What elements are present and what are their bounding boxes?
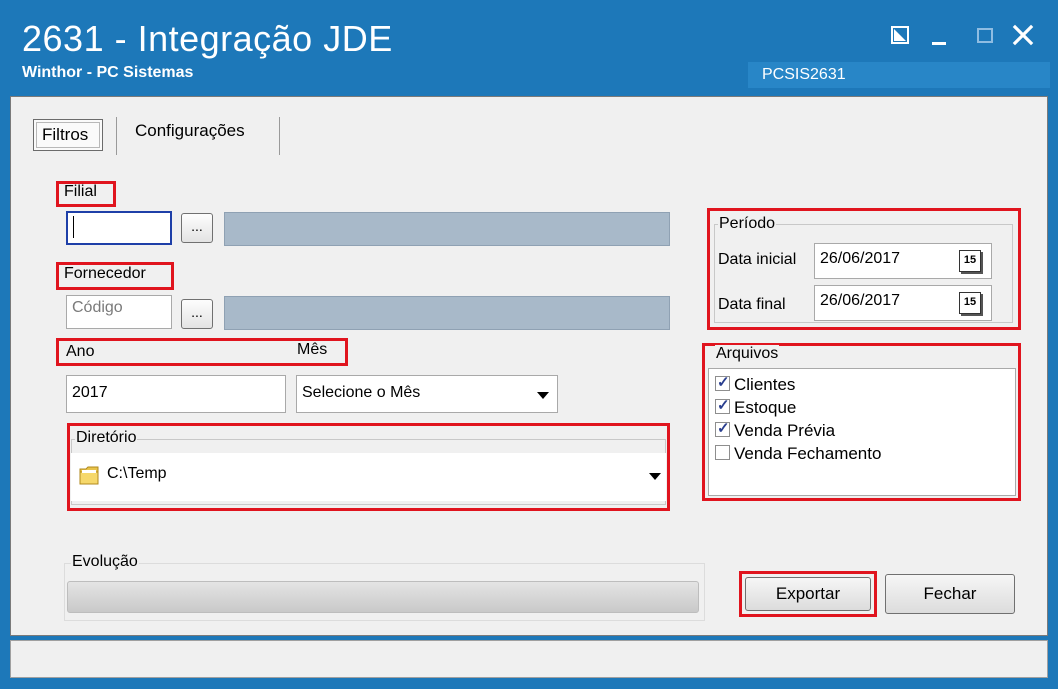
exportar-button[interactable]: Exportar — [745, 577, 871, 611]
checkbox-checked-icon — [715, 419, 730, 438]
tab-focus-rect — [36, 122, 100, 148]
tab-configuracoes-label: Configurações — [135, 121, 245, 140]
fornecedor-description-field — [224, 296, 670, 330]
checkbox-clientes-label: Clientes — [734, 375, 796, 394]
maximize-icon — [977, 28, 993, 43]
checkbox-venda-fechamento[interactable]: Venda Fechamento — [715, 444, 881, 466]
calendar-icon[interactable]: 15 — [959, 292, 981, 314]
diretorio-value: C:\Temp — [107, 465, 167, 482]
minimize-icon — [932, 42, 946, 45]
restore-icon — [891, 26, 909, 44]
checkbox-unchecked-icon — [715, 445, 730, 461]
mes-select[interactable]: Selecione o Mês — [296, 375, 558, 413]
diretorio-select[interactable]: C:\Temp — [71, 453, 666, 501]
evolucao-progress-bar — [67, 581, 699, 613]
folder-icon — [79, 466, 99, 485]
tab-separator — [116, 117, 117, 155]
checkbox-estoque[interactable]: Estoque — [715, 396, 797, 420]
data-inicial-value: 26/06/2017 — [820, 250, 901, 267]
chevron-down-icon — [649, 473, 661, 480]
ano-input[interactable]: 2017 — [66, 375, 286, 413]
checkbox-clientes[interactable]: Clientes — [715, 373, 796, 397]
minimize-button[interactable] — [926, 22, 952, 48]
filial-search-button[interactable]: ... — [181, 213, 213, 243]
checkbox-venda-fechamento-label: Venda Fechamento — [734, 444, 882, 463]
mes-selected-value: Selecione o Mês — [302, 384, 421, 401]
filial-label: Filial — [64, 183, 97, 200]
client-area: Filtros Configurações Filial ... Fornece… — [10, 96, 1048, 636]
tab-filtros[interactable]: Filtros — [33, 119, 103, 151]
mes-label: Mês — [297, 341, 328, 358]
data-final-value: 26/06/2017 — [820, 292, 901, 309]
status-bar — [10, 640, 1048, 678]
program-code: PCSIS2631 — [762, 66, 846, 83]
diretorio-label: Diretório — [75, 429, 138, 447]
checkbox-venda-previa-label: Venda Prévia — [734, 421, 836, 440]
fechar-button[interactable]: Fechar — [885, 574, 1015, 614]
calendar-icon[interactable]: 15 — [959, 250, 981, 272]
checkbox-venda-previa[interactable]: Venda Prévia — [715, 419, 836, 443]
fornecedor-label: Fornecedor — [64, 265, 146, 282]
filial-description-field — [224, 212, 670, 246]
maximize-button[interactable] — [972, 22, 998, 48]
tab-separator — [279, 117, 280, 155]
ano-label: Ano — [66, 343, 95, 360]
window-subtitle: Winthor - PC Sistemas — [22, 64, 194, 81]
data-inicial-label: Data inicial — [718, 251, 797, 268]
filial-code-input[interactable] — [66, 211, 172, 245]
fornecedor-code-input[interactable]: Código — [66, 295, 172, 329]
tab-configuracoes[interactable]: Configurações — [121, 117, 259, 145]
checkbox-checked-icon — [715, 373, 730, 392]
close-button[interactable] — [1010, 22, 1036, 48]
checkbox-estoque-label: Estoque — [734, 398, 797, 417]
close-icon — [1012, 24, 1034, 46]
fornecedor-search-button[interactable]: ... — [181, 299, 213, 329]
checkbox-checked-icon — [715, 396, 730, 415]
data-final-label: Data final — [718, 296, 786, 313]
restore-window-button[interactable] — [888, 22, 914, 48]
app-window: 2631 - Integração JDE Winthor - PC Siste… — [0, 0, 1058, 689]
arquivos-label: Arquivos — [715, 345, 780, 363]
evolucao-label: Evolução — [71, 553, 139, 571]
arquivos-checklist: Clientes Estoque Venda Prévia Venda Fech… — [708, 368, 1016, 496]
chevron-down-icon — [537, 392, 549, 399]
periodo-label: Período — [718, 215, 777, 233]
window-title: 2631 - Integração JDE — [22, 18, 393, 59]
text-cursor — [73, 216, 74, 238]
